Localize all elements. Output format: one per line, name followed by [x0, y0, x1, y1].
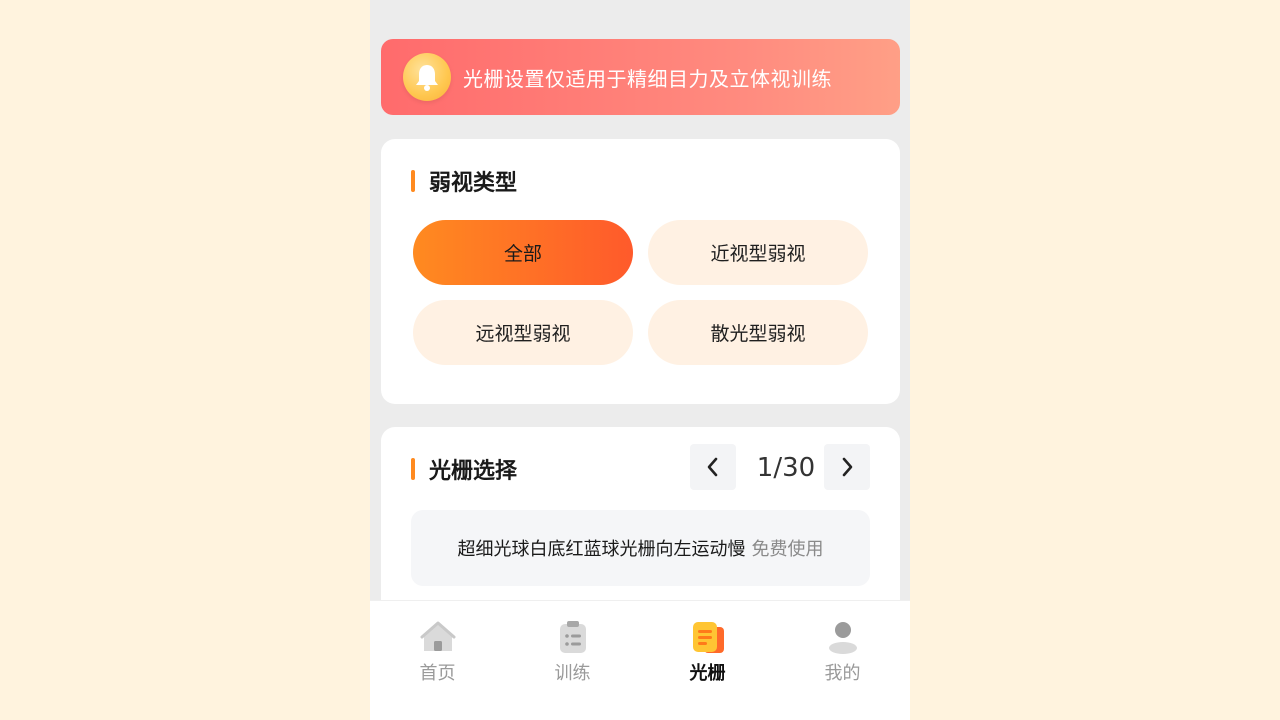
grating-select-card: 光栅选择 1/30 超细光球白底红蓝球光栅向左运动慢 免费使用 — [381, 427, 900, 627]
tab-mine[interactable]: 我的 — [775, 601, 910, 720]
grating-item-tag: 免费使用 — [751, 539, 824, 560]
type-chip-astigmatic[interactable]: 散光型弱视 — [648, 300, 868, 365]
chevron-right-icon — [842, 457, 853, 477]
tab-home[interactable]: 首页 — [370, 601, 505, 720]
chevron-left-icon — [707, 457, 718, 477]
grating-item-name: 超细光球白底红蓝球光栅向左运动慢 — [457, 539, 746, 560]
type-chip-all[interactable]: 全部 — [413, 220, 633, 285]
next-page-button[interactable] — [824, 444, 870, 490]
user-icon — [828, 622, 857, 654]
prev-page-button[interactable] — [690, 444, 736, 490]
tab-home-label: 首页 — [419, 663, 456, 684]
clipboard-icon — [559, 621, 586, 653]
type-chip-hyperopic[interactable]: 远视型弱视 — [413, 300, 633, 365]
tab-grating[interactable]: 光栅 — [640, 601, 775, 720]
grating-title-text: 光栅选择 — [429, 459, 518, 484]
amblyopia-type-card: 弱视类型 全部 近视型弱视 远视型弱视 散光型弱视 — [381, 139, 900, 404]
notice-banner: 光栅设置仅适用于精细目力及立体视训练 — [381, 39, 900, 115]
title-accent-bar — [411, 170, 415, 192]
notice-text: 光栅设置仅适用于精细目力及立体视训练 — [463, 66, 832, 91]
bottom-tab-bar: 首页 训练 光栅 我的 — [370, 600, 910, 720]
tab-training-label: 训练 — [554, 663, 591, 684]
tab-training[interactable]: 训练 — [505, 601, 640, 720]
title-accent-bar — [411, 458, 415, 480]
page-indicator: 1/30 — [756, 453, 816, 483]
grating-icon — [692, 622, 724, 653]
tab-grating-label: 光栅 — [689, 663, 726, 684]
bell-icon — [403, 53, 451, 101]
grating-item[interactable]: 超细光球白底红蓝球光栅向左运动慢 免费使用 — [411, 510, 870, 586]
grating-section-title: 光栅选择 — [411, 453, 517, 485]
amblyopia-section-title: 弱视类型 — [411, 165, 517, 197]
type-chip-myopic[interactable]: 近视型弱视 — [648, 220, 868, 285]
tab-mine-label: 我的 — [824, 663, 861, 684]
home-icon — [420, 621, 455, 651]
phone-screen: 光栅设置仅适用于精细目力及立体视训练 弱视类型 全部 近视型弱视 远视型弱视 散… — [370, 0, 910, 720]
amblyopia-title-text: 弱视类型 — [429, 171, 518, 196]
